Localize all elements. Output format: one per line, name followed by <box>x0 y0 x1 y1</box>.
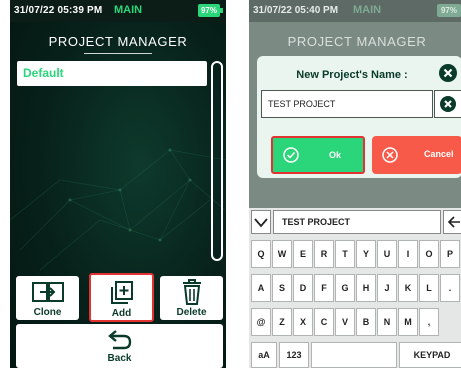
key-symbol[interactable]: , <box>419 308 439 336</box>
numbers-key[interactable]: 123 <box>279 342 309 368</box>
status-mode: MAIN <box>114 4 143 16</box>
check-circle-icon <box>283 147 299 163</box>
add-button[interactable]: Add <box>89 273 154 322</box>
key-Z[interactable]: Z <box>272 308 292 336</box>
key-O[interactable]: O <box>419 240 439 268</box>
key-F[interactable]: F <box>314 274 334 302</box>
key-Y[interactable]: Y <box>356 240 376 268</box>
key-U[interactable]: U <box>377 240 397 268</box>
key-J[interactable]: J <box>377 274 397 302</box>
status-time: 31/07/22 05:40 PM <box>253 5 339 16</box>
status-time: 31/07/22 05:39 PM <box>14 5 103 16</box>
battery-icon <box>220 8 223 13</box>
close-icon[interactable] <box>439 64 457 82</box>
project-name-input[interactable]: TEST PROJECT <box>261 90 433 118</box>
key-symbol[interactable]: . <box>440 274 460 302</box>
status-mode: MAIN <box>353 4 382 16</box>
title-underline <box>84 53 152 54</box>
new-project-dialog: New Project's Name : TEST PROJECT Ok Can… <box>257 56 461 178</box>
trash-icon <box>182 279 201 305</box>
project-list-item[interactable]: Default <box>17 61 207 86</box>
cancel-button[interactable]: Cancel <box>372 136 461 174</box>
page-title: PROJECT MANAGER <box>48 34 188 49</box>
status-bar: 31/07/22 05:39 PM MAIN 97% <box>10 0 226 22</box>
key-K[interactable]: K <box>398 274 418 302</box>
key-B[interactable]: B <box>356 308 376 336</box>
key-M[interactable]: M <box>398 308 418 336</box>
ok-label: Ok <box>329 150 342 160</box>
key-D[interactable]: D <box>293 274 313 302</box>
key-T[interactable]: T <box>335 240 355 268</box>
key-X[interactable]: X <box>293 308 313 336</box>
list-scrollbar[interactable] <box>211 61 223 261</box>
clone-button[interactable]: Clone <box>16 276 79 320</box>
clear-input-button[interactable] <box>434 90 461 118</box>
keypad-key[interactable]: KEYPAD <box>399 342 461 368</box>
on-screen-keyboard: TEST PROJECT QWERTYUIOP ASDFGHJKL. @ Z X C V… <box>249 208 461 368</box>
delete-button[interactable]: Delete <box>160 276 223 320</box>
key-H[interactable]: H <box>356 274 376 302</box>
backspace-button[interactable] <box>443 210 461 234</box>
keyboard-hide-button[interactable] <box>251 210 271 234</box>
battery-indicator: 97% <box>437 4 461 17</box>
key-R[interactable]: R <box>314 240 334 268</box>
ok-button[interactable]: Ok <box>271 136 365 174</box>
key-Q[interactable]: Q <box>251 240 271 268</box>
project-manager-screen: 31/07/22 05:39 PM MAIN 97% PROJECT MANAG… <box>10 0 226 368</box>
key-W[interactable]: W <box>272 240 292 268</box>
key-S[interactable]: S <box>272 274 292 302</box>
key-N[interactable]: N <box>377 308 397 336</box>
key-V[interactable]: V <box>335 308 355 336</box>
key-E[interactable]: E <box>293 240 313 268</box>
add-icon <box>110 281 133 304</box>
key-G[interactable]: G <box>335 274 355 302</box>
key-P[interactable]: P <box>440 240 460 268</box>
add-label: Add <box>111 308 132 319</box>
clone-label: Clone <box>33 307 62 318</box>
new-project-screen: 31/07/22 05:40 PM MAIN 97% PROJECT MANAG… <box>249 0 461 368</box>
case-toggle-key[interactable]: aA <box>251 342 277 368</box>
clone-icon <box>31 282 64 302</box>
back-arrow-icon <box>107 330 131 350</box>
keyboard-input[interactable]: TEST PROJECT <box>273 210 441 234</box>
space-key[interactable] <box>311 342 397 368</box>
cancel-label: Cancel <box>424 149 454 159</box>
backspace-icon <box>447 216 460 228</box>
status-bar: 31/07/22 05:40 PM MAIN 97% <box>249 0 461 22</box>
cancel-circle-icon <box>382 147 398 163</box>
key-L[interactable]: L <box>419 274 439 302</box>
key-symbol[interactable]: @ <box>251 308 271 336</box>
key-A[interactable]: A <box>251 274 271 302</box>
chevron-down-icon <box>254 218 268 228</box>
key-I[interactable]: I <box>398 240 418 268</box>
back-label: Back <box>107 353 132 364</box>
back-button[interactable]: Back <box>16 324 223 368</box>
key-C[interactable]: C <box>314 308 334 336</box>
battery-indicator: 97% <box>198 4 220 17</box>
dialog-title: New Project's Name : <box>296 69 408 81</box>
clear-icon <box>440 96 456 112</box>
page-title: PROJECT MANAGER <box>287 34 427 49</box>
delete-label: Delete <box>176 307 207 318</box>
